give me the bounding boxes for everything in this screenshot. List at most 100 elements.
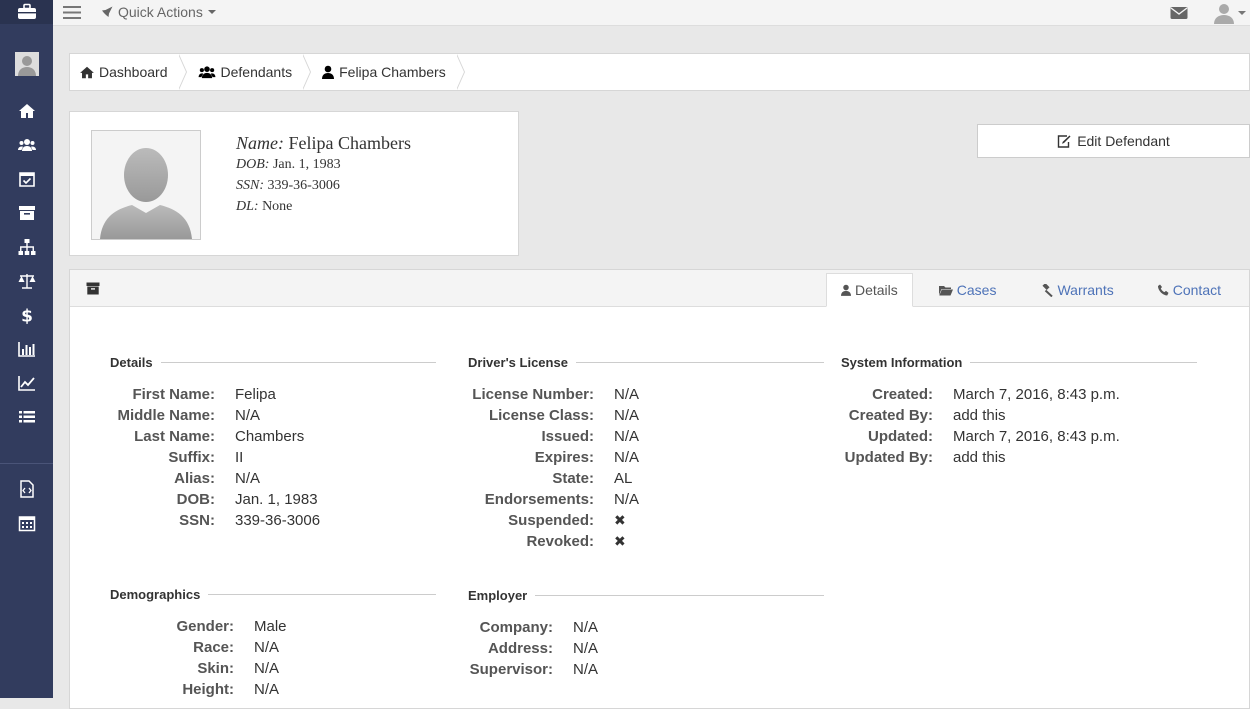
- field-value: N/A: [614, 449, 640, 466]
- home-icon: [80, 66, 94, 78]
- tab-details[interactable]: Details: [825, 273, 913, 307]
- field-value: ✖: [614, 533, 626, 549]
- sidebar-header[interactable]: [0, 0, 53, 24]
- field-value: 339-36-3006: [235, 512, 321, 529]
- field-label: Created By:: [848, 407, 933, 424]
- tab-warrants[interactable]: Warrants: [1024, 273, 1141, 307]
- sidebar-item-defendants[interactable]: [0, 136, 53, 154]
- quick-actions-menu[interactable]: Quick Actions: [101, 4, 216, 20]
- breadcrumb: Dashboard Defendants Felipa Chambers: [69, 53, 1250, 91]
- archive-button[interactable]: [86, 282, 100, 300]
- user-menu[interactable]: [1213, 2, 1246, 24]
- sidebar-item-billing[interactable]: $: [0, 306, 53, 325]
- sidebar-item-calendar-check[interactable]: [0, 170, 53, 188]
- defendant-dl: None: [262, 199, 293, 214]
- breadcrumb-label: Felipa Chambers: [339, 64, 446, 80]
- system-row: Updated By: add this: [841, 447, 1197, 468]
- demographics-section: Demographics Gender: Male Race: N/A Skin: N/A…: [110, 587, 436, 700]
- field-value: N/A: [254, 660, 280, 677]
- field-value: March 7, 2016, 8:43 p.m.: [953, 428, 1120, 445]
- tab-label: Details: [854, 282, 898, 298]
- menu-icon: [63, 6, 81, 19]
- field-label: License Class:: [488, 407, 594, 424]
- field-label: License Number:: [472, 386, 594, 403]
- field-label: First Name:: [132, 386, 215, 403]
- caret-down-icon: [207, 10, 216, 14]
- field-label: State:: [552, 470, 594, 487]
- sitemap-icon: [18, 239, 35, 255]
- edit-defendant-button[interactable]: Edit Defendant: [977, 124, 1250, 158]
- sidebar-item-analytics[interactable]: [0, 374, 53, 392]
- sidebar-item-sitemap[interactable]: [0, 238, 53, 256]
- edit-defendant-label: Edit Defendant: [1077, 133, 1170, 149]
- rocket-icon: [102, 6, 113, 17]
- messages-button[interactable]: [1170, 6, 1188, 25]
- section-divider: [575, 362, 824, 363]
- tab-label: Contact: [1172, 282, 1221, 298]
- sidebar-item-archive[interactable]: [0, 204, 53, 222]
- tab-contact[interactable]: Contact: [1142, 273, 1249, 307]
- system-row: Created By: add this: [841, 405, 1197, 426]
- tab-label: Cases: [956, 282, 997, 298]
- tab-label: Warrants: [1057, 282, 1114, 298]
- demographics-row: Height: N/A: [110, 679, 436, 700]
- field-label: SSN:: [179, 512, 215, 529]
- sidebar-item-dashboard[interactable]: [0, 102, 53, 120]
- details-row: DOB: Jan. 1, 1983: [110, 489, 436, 510]
- details-panel: Details Cases Warrants Contact Details F…: [69, 269, 1250, 709]
- license-row: Suspended: ✖: [468, 510, 824, 531]
- dob-label: DOB:: [236, 157, 270, 172]
- sidebar-item-balance[interactable]: [0, 272, 53, 290]
- menu-toggle-button[interactable]: [63, 5, 81, 25]
- sidebar-item-calendar[interactable]: [0, 514, 53, 532]
- user-avatar-icon: [14, 52, 39, 76]
- breadcrumb-label: Dashboard: [99, 64, 168, 80]
- field-label: Suspended:: [508, 512, 594, 529]
- sidebar-item-code-file[interactable]: [0, 480, 53, 498]
- breadcrumb-label: Defendants: [220, 64, 293, 80]
- archive-icon: [86, 282, 100, 295]
- tab-cases[interactable]: Cases: [923, 273, 1025, 307]
- field-value: N/A: [614, 386, 640, 403]
- field-value: Chambers: [235, 428, 305, 445]
- users-icon: [17, 139, 36, 151]
- bar-chart-icon: [17, 342, 35, 357]
- breadcrumb-defendants[interactable]: Defendants: [178, 54, 311, 90]
- caret-down-icon: [1238, 11, 1246, 15]
- user-icon: [322, 65, 335, 79]
- license-row: Expires: N/A: [468, 447, 824, 468]
- demographics-row: Gender: Male: [110, 616, 436, 637]
- details-section: Details First Name: Felipa Middle Name: N/A…: [110, 355, 436, 531]
- field-value: N/A: [254, 681, 280, 698]
- sidebar-item-reports[interactable]: [0, 340, 53, 358]
- section-title: Driver's License: [468, 355, 568, 370]
- license-row: License Number: N/A: [468, 384, 824, 405]
- section-divider: [160, 362, 436, 363]
- breadcrumb-current-defendant[interactable]: Felipa Chambers: [302, 54, 465, 90]
- section-title: System Information: [841, 355, 963, 370]
- calendar-check-icon: [18, 172, 35, 187]
- sidebar-item-list[interactable]: [0, 408, 53, 426]
- quick-actions-label: Quick Actions: [118, 4, 203, 20]
- field-label: Issued:: [541, 428, 594, 445]
- field-value: N/A: [614, 428, 640, 445]
- employer-row: Company: N/A: [468, 617, 824, 638]
- profile-info: Name: Felipa Chambers DOB: Jan. 1, 1983 …: [236, 132, 411, 217]
- dollar-icon: $: [21, 307, 33, 325]
- sidebar-avatar[interactable]: [0, 52, 53, 76]
- license-row: State: AL: [468, 468, 824, 489]
- system-information-section: System Information Created: March 7, 2016…: [841, 355, 1197, 468]
- list-icon: [18, 411, 35, 423]
- field-label: Updated By:: [844, 449, 933, 466]
- field-value: Felipa: [235, 386, 276, 403]
- details-row: Alias: N/A: [110, 468, 436, 489]
- field-value: N/A: [573, 619, 599, 636]
- field-value: N/A: [235, 470, 261, 487]
- breadcrumb-dashboard[interactable]: Dashboard: [70, 54, 186, 90]
- user-silhouette-icon: [100, 148, 192, 239]
- section-title: Employer: [468, 588, 528, 603]
- drivers-license-section: Driver's License License Number: N/A Licen…: [468, 355, 824, 552]
- section-title: Demographics: [110, 587, 201, 602]
- svg-text:$: $: [21, 307, 33, 325]
- envelope-icon: [1170, 7, 1188, 19]
